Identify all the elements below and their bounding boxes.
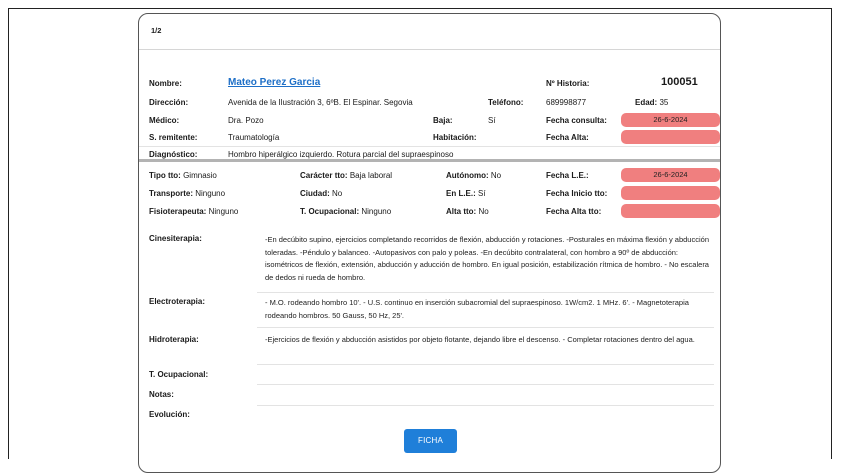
fisio-value: Ninguno	[208, 207, 239, 216]
patient-card: 1/2 Nombre: Mateo Perez Garcia Nº Histor…	[138, 13, 721, 473]
medico-label: Médico:	[149, 116, 180, 125]
remitente-label: S. remitente:	[149, 133, 198, 142]
caracter-tto-label: Carácter tto:	[300, 171, 348, 180]
edad-label: Edad:	[635, 98, 658, 107]
telefono-label: Teléfono:	[488, 98, 524, 107]
row-divider	[257, 292, 714, 293]
row-divider	[257, 327, 714, 328]
fecha-le-label: Fecha L.E.:	[546, 171, 589, 180]
patient-name-link[interactable]: Mateo Perez Garcia	[228, 78, 320, 88]
alta-tto-label: Alta tto:	[446, 207, 477, 216]
baja-label: Baja:	[433, 116, 453, 125]
habitacion-label: Habitación:	[433, 133, 477, 142]
t-ocup-label: T. Ocupacional:	[300, 207, 360, 216]
nombre-label: Nombre:	[149, 79, 182, 88]
transporte-value: Ninguno	[195, 189, 226, 198]
telefono-value: 689998877	[546, 98, 587, 107]
t-ocupacional-label: T. Ocupacional:	[149, 370, 209, 379]
fecha-alta-tto-pill[interactable]	[621, 204, 720, 218]
medico-value: Dra. Pozo	[228, 116, 264, 125]
fecha-alta-label: Fecha Alta:	[546, 133, 589, 142]
header-divider	[139, 49, 720, 50]
en-le-label: En L.E.:	[446, 189, 476, 198]
ciudad-label: Ciudad:	[300, 189, 330, 198]
transporte-field: Transporte: Ninguno	[149, 189, 225, 199]
en-le-value: Sí	[478, 189, 486, 198]
tipo-tto-value: Gimnasio	[183, 171, 217, 180]
direccion-label: Dirección:	[149, 98, 189, 107]
alta-tto-value: No	[478, 207, 489, 216]
edad-field: Edad: 35	[635, 98, 668, 108]
tipo-tto-label: Tipo tto:	[149, 171, 181, 180]
t-ocup-value: Ninguno	[361, 207, 392, 216]
cinesiterapia-label: Cinesiterapia:	[149, 234, 202, 243]
fecha-inicio-label: Fecha Inicio tto:	[546, 189, 608, 198]
caracter-tto-value: Baja laboral	[349, 171, 393, 180]
electroterapia-label: Electroterapia:	[149, 297, 206, 306]
fecha-consulta-label: Fecha consulta:	[546, 116, 607, 125]
direccion-value: Avenida de la Ilustración 3, 6ºB. El Esp…	[228, 98, 413, 107]
en-le-field: En L.E.: Sí	[446, 189, 486, 199]
autonomo-value: No	[490, 171, 502, 180]
electroterapia-text: - M.O. rodeando hombro 10'. - U.S. conti…	[265, 298, 689, 320]
historia-label: Nº Historia:	[546, 79, 590, 88]
row-divider	[139, 146, 720, 147]
cinesiterapia-text: -En decúbito supino, ejercicios completa…	[265, 235, 709, 282]
page-indicator: 1/2	[151, 26, 162, 35]
remitente-value: Traumatología	[228, 133, 280, 142]
evolucion-label: Evolución:	[149, 410, 190, 419]
fecha-consulta-pill[interactable]: 26-6-2024	[621, 113, 720, 127]
fecha-alta-tto-label: Fecha Alta tto:	[546, 207, 602, 216]
fisio-label: Fisioterapeuta:	[149, 207, 207, 216]
t-ocup-field: T. Ocupacional: Ninguno	[300, 207, 391, 217]
notas-label: Notas:	[149, 390, 174, 399]
autonomo-label: Autónomo:	[446, 171, 489, 180]
section-divider	[139, 159, 720, 162]
row-divider	[257, 364, 714, 365]
ciudad-value: No	[332, 189, 343, 198]
fisio-field: Fisioterapeuta: Ninguno	[149, 207, 238, 217]
historia-value: 100051	[661, 76, 698, 88]
edad-value: 35	[659, 98, 669, 107]
row-divider	[257, 384, 714, 385]
transporte-label: Transporte:	[149, 189, 194, 198]
ficha-button[interactable]: FICHA	[404, 429, 457, 453]
tipo-tto-field: Tipo tto: Gimnasio	[149, 171, 217, 181]
fecha-alta-pill[interactable]	[621, 130, 720, 144]
hidroterapia-text: -Ejercicios de flexión y abducción asist…	[265, 335, 695, 344]
caracter-tto-field: Carácter tto: Baja laboral	[300, 171, 392, 181]
fecha-inicio-pill[interactable]	[621, 186, 720, 200]
alta-tto-field: Alta tto: No	[446, 207, 489, 217]
autonomo-field: Autónomo: No	[446, 171, 501, 181]
fecha-le-pill[interactable]: 26-6-2024	[621, 168, 720, 182]
baja-value: Sí	[488, 116, 496, 125]
ciudad-field: Ciudad: No	[300, 189, 342, 199]
hidroterapia-label: Hidroterapia:	[149, 335, 199, 344]
row-divider	[257, 405, 714, 406]
